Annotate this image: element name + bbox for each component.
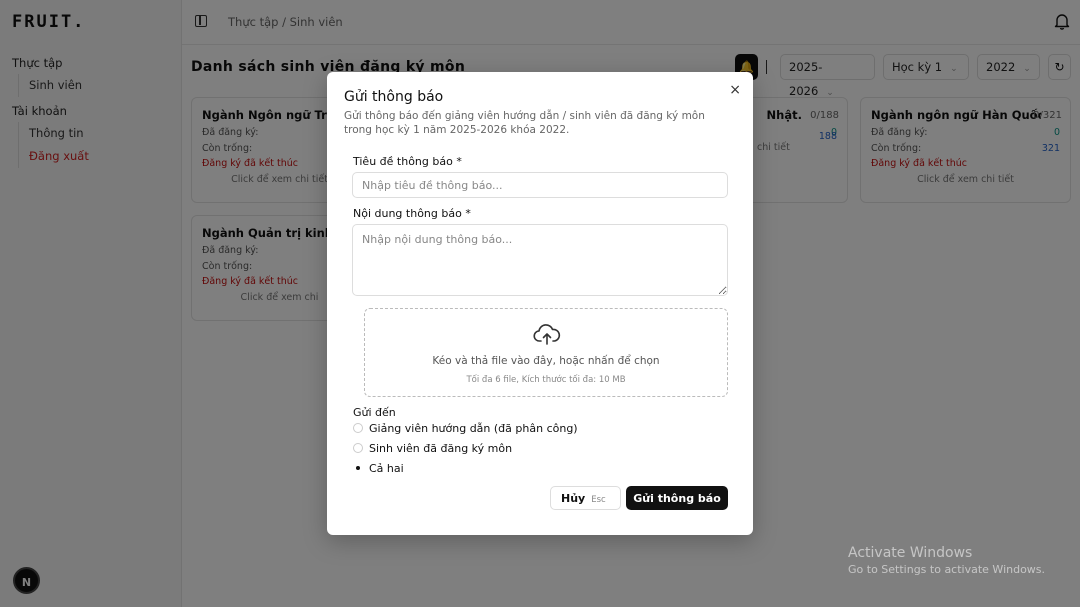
radio-button[interactable] (353, 463, 363, 473)
send-notification-dialog: × Gửi thông báo Gửi thông báo đến giảng … (327, 72, 753, 535)
cancel-button[interactable]: Hủy Esc (550, 486, 621, 510)
radio-option-both[interactable]: Cả hai (353, 461, 404, 477)
radio-label: Cả hai (369, 462, 404, 475)
radio-option-advisor[interactable]: Giảng viên hướng dẫn (đã phân công) (353, 421, 578, 437)
cancel-button-label: Hủy (561, 491, 586, 505)
activation-title: Activate Windows (848, 545, 973, 561)
content-label: Nội dung thông báo * (353, 207, 471, 220)
radio-button[interactable] (353, 443, 363, 453)
file-dropzone[interactable]: Kéo và thả file vào đây, hoặc nhấn để ch… (364, 308, 728, 397)
radio-label: Giảng viên hướng dẫn (đã phân công) (369, 422, 578, 435)
subject-label: Tiêu đề thông báo * (353, 155, 462, 168)
content-textarea[interactable] (352, 224, 728, 296)
dropzone-limits: Tối đa 6 file, Kích thước tối đa: 10 MB (466, 375, 626, 385)
esc-shortcut-hint: Esc (591, 494, 606, 505)
cloud-upload-icon (533, 324, 561, 345)
windows-activation-watermark: Activate Windows Go to Settings to activ… (848, 545, 1045, 576)
radio-button[interactable] (353, 423, 363, 433)
subject-input[interactable] (352, 172, 728, 198)
send-notification-button[interactable]: Gửi thông báo (626, 486, 728, 510)
dialog-title: Gửi thông báo (344, 89, 444, 105)
close-icon[interactable]: × (729, 82, 741, 98)
dialog-description: Gửi thông báo đến giảng viên hướng dẫn /… (344, 110, 705, 136)
dropzone-instruction: Kéo và thả file vào đây, hoặc nhấn để ch… (432, 355, 660, 367)
radio-label: Sinh viên đã đăng ký môn (369, 442, 513, 455)
send-to-label: Gửi đến (353, 406, 396, 419)
radio-option-students[interactable]: Sinh viên đã đăng ký môn (353, 441, 512, 457)
activation-subtitle: Go to Settings to activate Windows. (848, 563, 1046, 576)
